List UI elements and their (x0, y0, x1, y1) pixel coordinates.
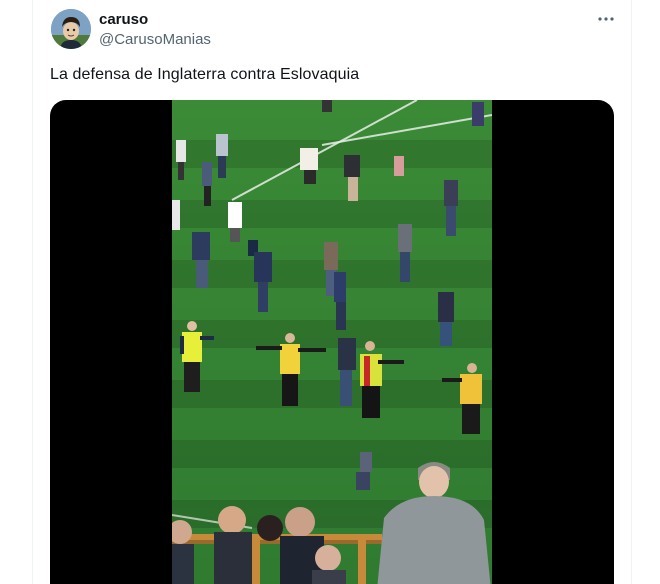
video-frame[interactable] (172, 100, 492, 584)
avatar[interactable] (51, 9, 91, 49)
tweet-card[interactable]: caruso @CarusoManias La defensa de Ingla… (32, 0, 632, 584)
more-options-button[interactable] (595, 8, 617, 30)
page: caruso @CarusoManias La defensa de Ingla… (0, 0, 660, 584)
video-frame-pitch-invasion-icon (172, 100, 492, 584)
more-horizontal-icon (598, 17, 614, 21)
display-name[interactable]: caruso (99, 11, 148, 28)
avatar-illustration-icon (51, 9, 91, 49)
tweet-media-video[interactable] (50, 100, 614, 584)
user-handle[interactable]: @CarusoManias (99, 31, 211, 48)
tweet-text: La defensa de Inglaterra contra Eslovaqu… (50, 66, 360, 83)
